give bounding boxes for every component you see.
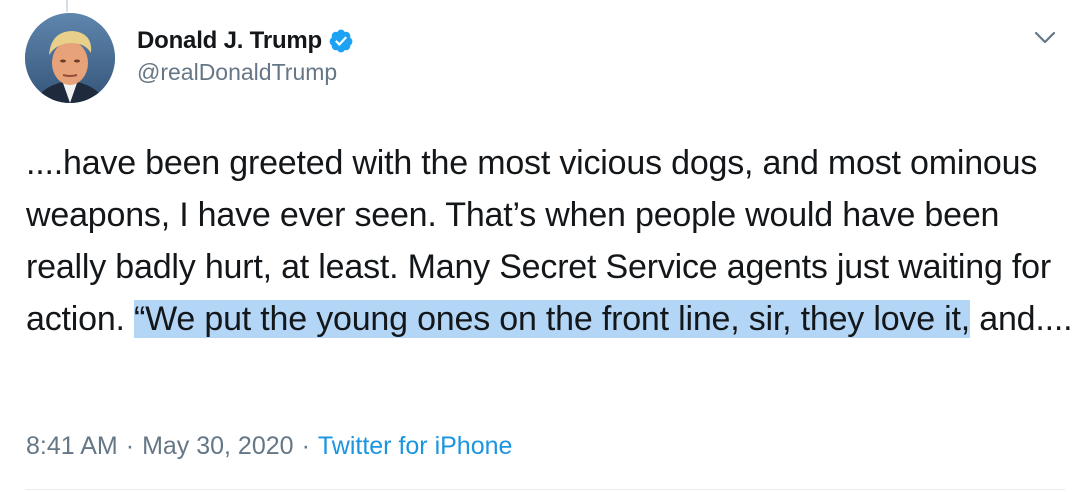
tweet-text-ending: and....	[970, 300, 1073, 338]
user-handle[interactable]: @realDonaldTrump	[137, 59, 354, 86]
tweet-text-highlighted: “We put the young ones on the front line…	[134, 300, 971, 338]
chevron-down-icon[interactable]	[1030, 22, 1060, 52]
tweet-source-link[interactable]: Twitter for iPhone	[318, 432, 513, 460]
tweet-time[interactable]: 8:41 AM	[26, 432, 118, 460]
name-row: Donald J. Trump	[137, 26, 354, 56]
avatar[interactable]	[25, 13, 115, 103]
meta-separator: ·	[125, 432, 135, 460]
display-name[interactable]: Donald J. Trump	[137, 27, 322, 55]
tweet-card: Donald J. Trump @realDonaldTrump ....hav…	[0, 0, 1090, 492]
tweet-meta: 8:41 AM · May 30, 2020 · Twitter for iPhone	[26, 432, 512, 461]
avatar-image	[25, 13, 115, 103]
tweet-date[interactable]: May 30, 2020	[142, 432, 294, 460]
divider	[25, 489, 1065, 490]
tweet-text: ....have been greeted with the most vici…	[26, 137, 1076, 345]
verified-badge-icon	[328, 28, 354, 54]
author-block: Donald J. Trump @realDonaldTrump	[137, 26, 354, 86]
thread-connector-line	[66, 0, 68, 12]
meta-separator: ·	[301, 432, 310, 460]
